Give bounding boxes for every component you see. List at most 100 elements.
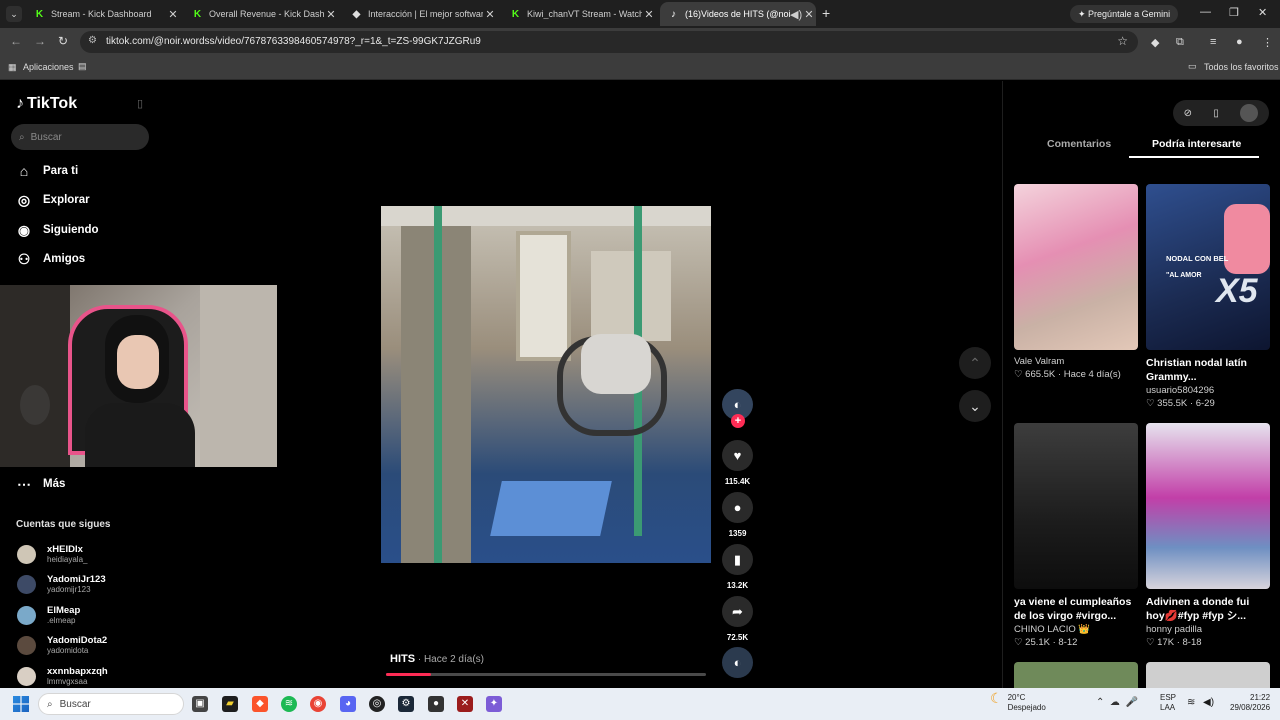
nav-friends[interactable]: ⚇ Amigos	[16, 248, 85, 270]
recommended-video-card[interactable]: Vale Valram ♡ 665.5K · Hace 4 día(s)	[1014, 184, 1138, 380]
followed-account[interactable]: ElMeap .elmeap	[17, 603, 80, 627]
tab-groups-icon[interactable]: ▤	[78, 61, 87, 72]
menu-kebab-icon[interactable]: ⋮	[1262, 36, 1273, 49]
browser-tab[interactable]: K Overall Revenue - Kick Dashboard ✕	[184, 2, 338, 26]
media-control-icon[interactable]: ≡	[1210, 36, 1216, 48]
bookmark-star-icon[interactable]: ☆	[1117, 34, 1128, 48]
language-indicator[interactable]: ESP LAA	[1160, 693, 1176, 713]
all-favorites-bookmark[interactable]: Todos los favoritos	[1204, 62, 1279, 72]
brave-icon[interactable]: ◆	[252, 696, 268, 712]
minimize-icon[interactable]: —	[1200, 6, 1211, 18]
chrome-icon[interactable]: ◉	[310, 696, 326, 712]
follow-plus-icon[interactable]: +	[731, 414, 745, 428]
device-icon[interactable]: ▯	[1213, 108, 1219, 119]
search-input[interactable]: ⌕ Buscar	[11, 124, 149, 150]
weather-widget[interactable]: ☾ 20°C Despejado	[990, 691, 1046, 713]
system-tray[interactable]: ⌃ ☁ 🎤	[1096, 697, 1144, 708]
video-author[interactable]: HITS	[390, 653, 415, 665]
app-icon[interactable]: ●	[428, 696, 444, 712]
followed-account[interactable]: xxnnbapxzqh lmmvgxsaa	[17, 664, 108, 688]
windows-taskbar: ⌕ Buscar ▣ ▰ ◆ ≋ ◉ ◕ ◎ ⚙ ● ✕ ✦ ☾ 20°C Des…	[0, 688, 1280, 720]
task-view-icon[interactable]: ▣	[192, 696, 208, 712]
browser-tab[interactable]: K Stream - Kick Dashboard ✕	[26, 2, 180, 26]
tiktok-logo[interactable]: ♪ TikTok	[16, 95, 77, 113]
back-icon[interactable]: ←	[10, 34, 22, 48]
previous-video-button[interactable]: ⌃	[959, 347, 991, 379]
video-progress-bar[interactable]	[386, 673, 706, 676]
taskbar-search[interactable]: ⌕ Buscar	[38, 693, 184, 715]
account-handle: lmmvgxsaa	[47, 677, 88, 686]
friends-icon: ⚇	[17, 250, 31, 267]
nav-following[interactable]: ◉ Siguiendo	[16, 219, 99, 241]
tab-you-may-like[interactable]: Podría interesarte	[1152, 138, 1241, 150]
account-handle: .elmeap	[47, 616, 76, 625]
close-icon[interactable]: ✕	[802, 8, 816, 21]
video-thumbnail[interactable]	[1014, 662, 1138, 688]
site-info-icon[interactable]: ⚙	[88, 35, 97, 46]
windows-start-icon[interactable]	[13, 696, 29, 712]
kick-icon: K	[193, 8, 202, 20]
reload-icon[interactable]: ↻	[58, 34, 68, 48]
new-tab-button[interactable]: +	[822, 5, 830, 21]
nav-label: Amigos	[43, 253, 86, 265]
next-video-button[interactable]: ⌄	[959, 390, 991, 422]
discord-icon[interactable]: ◕	[340, 696, 356, 712]
video-thumbnail	[1146, 423, 1270, 589]
bookmark-icon: ▮	[722, 544, 753, 575]
followed-account[interactable]: YadomiJr123 yadomijr123	[17, 572, 106, 596]
video-date: · Hace 2 día(s)	[415, 654, 484, 665]
forward-icon[interactable]: →	[34, 34, 46, 48]
volume-icon[interactable]: ◀)	[1203, 697, 1214, 708]
tab-search-icon[interactable]: ⌄	[6, 6, 22, 22]
recommended-video-card[interactable]: ya viene el cumpleaños de los virgo #vir…	[1014, 423, 1138, 648]
panel-icon-group: ⊘ ▯	[1173, 100, 1269, 126]
app-icon[interactable]: ✕	[457, 696, 473, 712]
save-count: 13.2K	[726, 581, 749, 590]
music-disc-icon: ◐	[722, 647, 753, 678]
extension-icon[interactable]: ◆	[1151, 36, 1159, 49]
clock[interactable]: 21:22 29/08/2026	[1230, 693, 1270, 713]
browser-tab[interactable]: ◆ Interacción | El mejor software para ✕	[343, 2, 497, 26]
compass-icon[interactable]: ⊘	[1184, 108, 1192, 119]
maximize-icon[interactable]: ❐	[1229, 6, 1239, 19]
obs-icon[interactable]: ◎	[369, 696, 385, 712]
extensions-puzzle-icon[interactable]: ⧉	[1176, 36, 1184, 49]
gemini-button[interactable]: ✦ Pregúntale a Gemini	[1070, 5, 1179, 23]
wifi-icon[interactable]: ≋	[1187, 697, 1195, 708]
nav-explore[interactable]: ◎ Explorar	[16, 189, 90, 211]
save-button[interactable]: ▮ 13.2K	[722, 544, 753, 590]
like-button[interactable]: ♥ 115.4K	[722, 440, 753, 486]
apps-bookmark[interactable]: Aplicaciones	[23, 62, 74, 72]
recommended-video-card[interactable]: Adivinen a donde fui hoy💋#fyp #fyp シ... …	[1146, 423, 1270, 648]
browser-tab-active[interactable]: ♪ (16)Videos de HITS (@noir.wordss) ◀) ✕	[660, 2, 816, 26]
tab-title: Interacción | El mejor software para	[368, 9, 483, 19]
collapse-sidebar-icon[interactable]: ▯	[137, 97, 143, 110]
steam-icon[interactable]: ⚙	[398, 696, 414, 712]
followed-account[interactable]: YadomiDota2 yadomidota	[17, 633, 107, 657]
spotify-icon[interactable]: ≋	[281, 696, 297, 712]
app-icon[interactable]: ✦	[486, 696, 502, 712]
close-icon[interactable]: ✕	[166, 8, 180, 21]
video-thumbnail[interactable]	[1146, 662, 1270, 688]
browser-tab[interactable]: K Kiwi_chanVT Stream - Watch Live ✕	[502, 2, 656, 26]
apps-grid-icon[interactable]: ▦	[8, 62, 17, 73]
address-bar[interactable]: ⚙ tiktok.com/@noir.wordss/video/76787633…	[80, 31, 1138, 53]
video-player[interactable]	[381, 206, 711, 563]
close-window-icon[interactable]: ✕	[1258, 6, 1267, 19]
profile-avatar[interactable]: ●	[1236, 36, 1243, 48]
share-button[interactable]: ➦ 72.5K	[722, 596, 753, 642]
app-icon[interactable]: ▰	[222, 696, 238, 712]
recommended-video-card[interactable]: NODAL CON BEL "AL AMOR X5 Christian noda…	[1146, 184, 1270, 409]
close-icon[interactable]: ✕	[324, 8, 338, 21]
nav-for-you[interactable]: ⌂ Para ti	[16, 160, 78, 182]
comment-button[interactable]: ● 1359	[722, 492, 753, 538]
account-name: xHEIDIx	[47, 544, 83, 555]
close-icon[interactable]: ✕	[483, 8, 497, 21]
nav-more[interactable]: ⋯ Más	[16, 473, 65, 495]
speaker-icon[interactable]: ◀)	[790, 8, 802, 21]
close-icon[interactable]: ✕	[642, 8, 656, 21]
profile-avatar[interactable]	[1240, 104, 1259, 122]
followed-account[interactable]: xHEIDIx heidiayala_	[17, 542, 87, 566]
tab-comments[interactable]: Comentarios	[1047, 138, 1111, 150]
music-disc[interactable]: ◐	[722, 647, 753, 678]
